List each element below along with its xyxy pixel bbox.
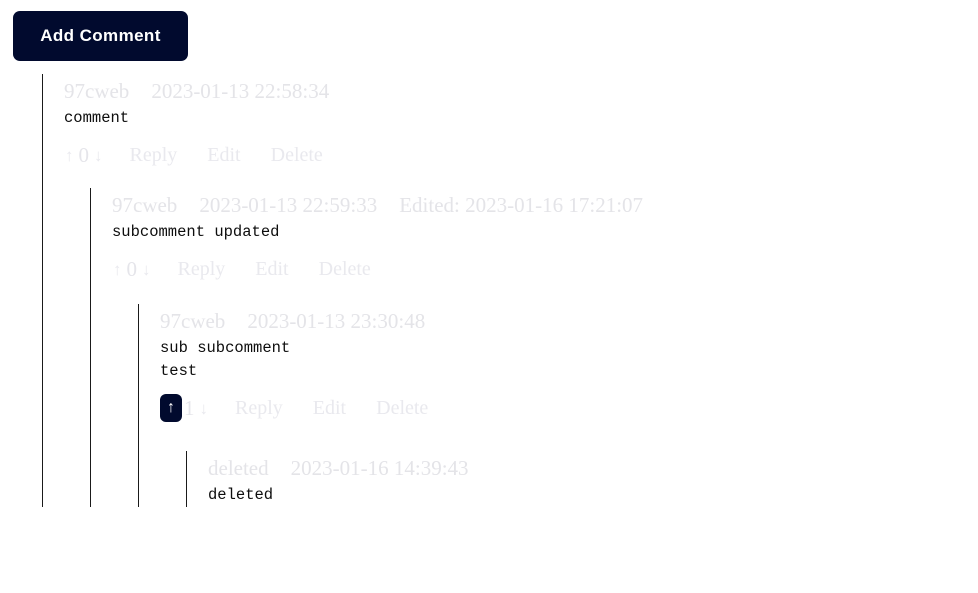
comment-actions: ↑ 1 ↓ Reply Edit Delete: [160, 394, 978, 422]
comment-content: 97cweb 2023-01-13 23:30:48 sub subcomment…: [160, 304, 978, 422]
downvote-icon[interactable]: ↓: [93, 147, 104, 164]
upvote-icon[interactable]: ↑: [112, 261, 123, 278]
downvote-icon[interactable]: ↓: [141, 261, 152, 278]
comment-author: 97cweb: [112, 193, 178, 217]
comment-edited-timestamp: Edited: 2023-01-16 17:21:07: [399, 193, 644, 217]
vote-score: 1: [184, 395, 195, 420]
vote-score: 0: [126, 256, 138, 281]
reply-link[interactable]: Reply: [178, 258, 226, 281]
upvote-icon[interactable]: ↑: [160, 394, 182, 422]
edit-link[interactable]: Edit: [255, 258, 288, 281]
downvote-icon[interactable]: ↓: [199, 400, 210, 417]
comment-actions: ↑ 0 ↓ Reply Edit Delete: [112, 256, 978, 282]
comment-item: 97cweb 2023-01-13 22:58:34 comment ↑ 0 ↓ …: [42, 74, 978, 507]
comment-content: 97cweb 2023-01-13 22:58:34 comment ↑ 0 ↓ …: [64, 74, 978, 168]
comment-content: deleted 2023-01-16 14:39:43 deleted: [208, 451, 978, 507]
delete-link[interactable]: Delete: [376, 397, 428, 420]
comment-item: 97cweb 2023-01-13 22:59:33 Edited: 2023-01…: [90, 188, 978, 507]
delete-link[interactable]: Delete: [319, 258, 371, 281]
comment-timestamp: 2023-01-13 22:58:34: [151, 79, 330, 103]
comment-author: 97cweb: [64, 79, 130, 103]
edit-link[interactable]: Edit: [313, 397, 346, 420]
comment-text: subcomment updated: [112, 223, 280, 241]
comment-header: 97cweb 2023-01-13 23:30:48: [160, 308, 978, 334]
comment-header: 97cweb 2023-01-13 22:58:34: [64, 78, 978, 104]
vote-group: ↑ 0 ↓: [112, 257, 152, 282]
comment-replies: 97cweb 2023-01-13 23:30:48 sub subcomment…: [138, 304, 978, 507]
comment-actions: ↑ 0 ↓ Reply Edit Delete: [64, 142, 978, 168]
delete-link[interactable]: Delete: [271, 144, 323, 167]
upvote-icon[interactable]: ↑: [64, 147, 75, 164]
comment-author: deleted: [208, 456, 269, 480]
comment-replies: 97cweb 2023-01-13 22:59:33 Edited: 2023-01…: [90, 188, 978, 507]
reply-link[interactable]: Reply: [130, 144, 178, 167]
vote-group: ↑ 0 ↓: [64, 143, 104, 168]
comment-item: 97cweb 2023-01-13 23:30:48 sub subcomment…: [138, 304, 978, 507]
comment-item: deleted 2023-01-16 14:39:43 deleted: [186, 451, 978, 507]
comment-text: comment: [64, 109, 130, 127]
comment-timestamp: 2023-01-13 22:59:33: [199, 193, 378, 217]
comment-thread: 97cweb 2023-01-13 22:58:34 comment ↑ 0 ↓ …: [42, 74, 978, 507]
comment-text: deleted: [208, 486, 274, 504]
vote-group: ↑ 1 ↓: [160, 394, 209, 422]
comment-author: 97cweb: [160, 309, 226, 333]
comment-timestamp: 2023-01-16 14:39:43: [290, 456, 469, 480]
comment-text: sub subcomment test: [160, 339, 291, 380]
comment-header: deleted 2023-01-16 14:39:43: [208, 455, 978, 481]
edit-link[interactable]: Edit: [207, 144, 240, 167]
vote-score: 0: [78, 142, 90, 167]
comment-replies: deleted 2023-01-16 14:39:43 deleted: [186, 451, 978, 507]
comment-header: 97cweb 2023-01-13 22:59:33 Edited: 2023-01…: [112, 192, 978, 218]
add-comment-button[interactable]: Add Comment: [13, 11, 188, 61]
reply-link[interactable]: Reply: [235, 397, 283, 420]
comment-content: 97cweb 2023-01-13 22:59:33 Edited: 2023-01…: [112, 188, 978, 282]
comment-timestamp: 2023-01-13 23:30:48: [247, 309, 426, 333]
